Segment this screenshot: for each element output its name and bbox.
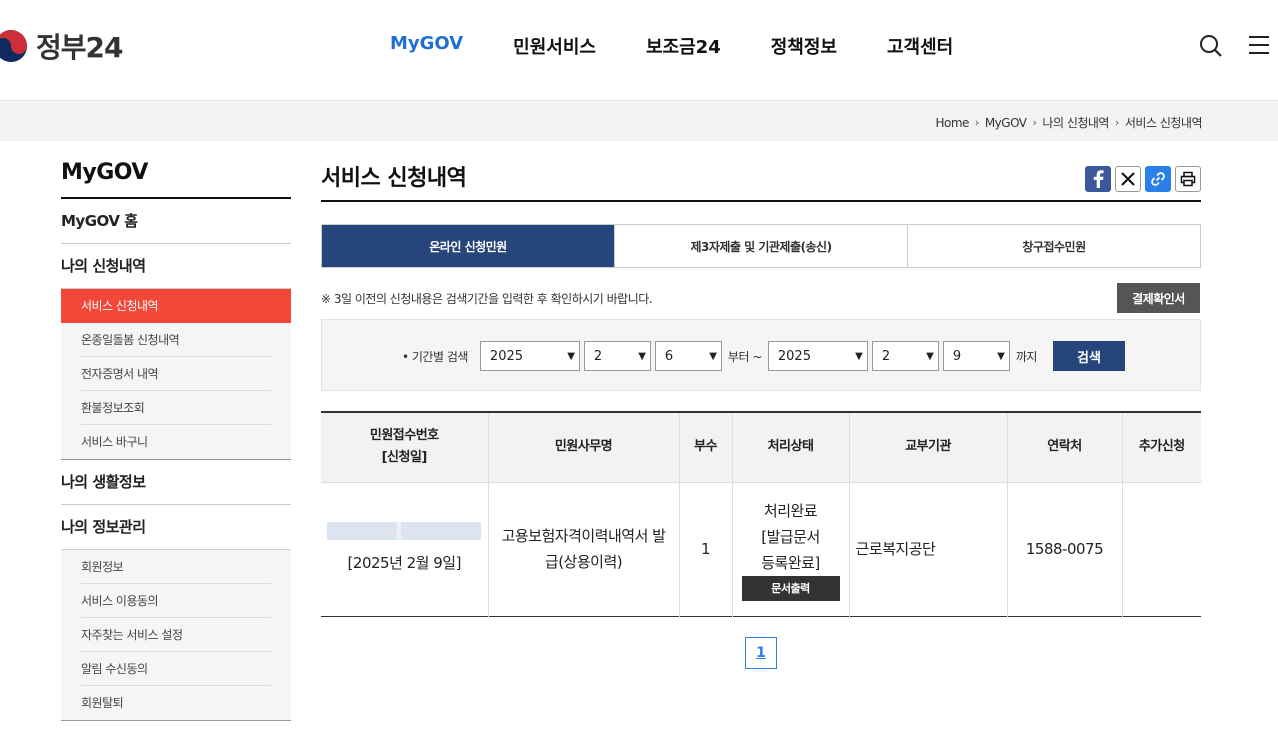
application-table: 민원접수번호 [신청일] 민원사무명 부수 처리상태 교부기관 연락처 추가신청… — [321, 411, 1201, 617]
chevron-down-icon: ▼ — [997, 350, 1005, 362]
main-content: 서비스 신청내역 온라인 신청민원 제3자제출 및 기관제출(송신) 창구접수민… — [321, 160, 1201, 669]
breadcrumb-bar: Home › MyGOV › 나의 신청내역 › 서비스 신청내역 — [0, 100, 1278, 141]
cell-copies: 1 — [678, 482, 732, 616]
sidebar-item-service-basket[interactable]: 서비스 바구니 — [81, 425, 271, 459]
cell-additional-request — [1121, 482, 1201, 616]
period-search-label: • 기간별 검색 — [402, 349, 468, 364]
nav-subsidy24[interactable]: 보조금24 — [646, 33, 721, 59]
share-toolbar — [1085, 166, 1201, 192]
to-day-select[interactable]: 9 ▼ — [942, 341, 1010, 371]
period-search-box: • 기간별 검색 2025 ▼ 2 ▼ 6 ▼ 부터 ~ 2025 ▼ 2 ▼ 9 ▼ 까지… — [321, 319, 1201, 391]
sidebar-item-member-info[interactable]: 회원정보 — [81, 550, 271, 584]
print-icon[interactable] — [1175, 166, 1201, 192]
col-copies: 부수 — [678, 412, 732, 483]
from-suffix: 부터 ~ — [727, 349, 762, 364]
sidebar-item-refund-info[interactable]: 환불정보조회 — [81, 391, 271, 425]
sidebar-item-mygov-home[interactable]: MyGOV 홈 — [61, 199, 291, 244]
facebook-icon[interactable] — [1085, 166, 1111, 192]
chevron-right-icon: › — [1032, 116, 1037, 129]
sidebar-item-withdraw[interactable]: 회원탈퇴 — [81, 686, 271, 720]
chevron-right-icon: › — [974, 116, 979, 129]
col-contact: 연락처 — [1006, 412, 1122, 483]
to-month-select[interactable]: 2 ▼ — [871, 341, 939, 371]
logo[interactable]: 정부24 — [0, 26, 123, 66]
application-date: [2025년 2월 9일] — [347, 554, 462, 572]
sidebar-section-info-management[interactable]: 나의 정보관리 — [61, 505, 291, 550]
from-day-select[interactable]: 6 ▼ — [654, 341, 722, 371]
x-icon[interactable] — [1115, 166, 1141, 192]
to-year-select[interactable]: 2025 ▼ — [767, 341, 868, 371]
breadcrumb-home[interactable]: Home — [935, 116, 969, 130]
chevron-down-icon: ▼ — [855, 350, 863, 362]
col-status: 처리상태 — [731, 412, 849, 483]
sidebar-item-service-consent[interactable]: 서비스 이용동의 — [81, 584, 271, 618]
global-nav: MyGOV 민원서비스 보조금24 정책정보 고객센터 — [390, 33, 953, 59]
sidebar-section-life-info[interactable]: 나의 생활정보 — [61, 460, 291, 505]
sidebar-section-my-applications[interactable]: 나의 신청내역 — [61, 244, 291, 289]
nav-civil-services[interactable]: 민원서비스 — [513, 33, 596, 59]
to-suffix: 까지 — [1015, 349, 1038, 364]
search-button[interactable]: 검색 — [1052, 341, 1125, 371]
col-issuing-agency: 교부기관 — [848, 412, 1007, 483]
taegeuk-logo-icon — [0, 30, 27, 62]
col-receipt-number: 민원접수번호 [신청일] — [321, 412, 488, 483]
chevron-down-icon: ▼ — [926, 350, 934, 362]
col-additional-request: 추가신청 — [1121, 412, 1201, 483]
sidebar-item-e-certificates[interactable]: 전자증명서 내역 — [81, 357, 271, 391]
sidebar-submenu-info-management: 회원정보 서비스 이용동의 자주찾는 서비스 설정 알림 수신동의 회원탈퇴 — [61, 550, 291, 721]
pagination-page-1[interactable]: 1 — [745, 637, 777, 669]
sidebar-item-service-applications[interactable]: 서비스 신청내역 — [61, 289, 291, 323]
table-row: [2025년 2월 9일] 고용보험자격이력내역서 발급(상용이력) 1 처리완… — [321, 482, 1201, 616]
status-text: 처리완료 [발급문서 등록완료] — [761, 501, 820, 572]
tab-third-party-submission[interactable]: 제3자제출 및 기관제출(송신) — [614, 225, 907, 267]
application-tabs: 온라인 신청민원 제3자제출 및 기관제출(송신) 창구접수민원 — [321, 224, 1201, 268]
chevron-down-icon: ▼ — [638, 350, 646, 362]
sidebar-item-notification-consent[interactable]: 알림 수신동의 — [81, 652, 271, 686]
from-month-select[interactable]: 2 ▼ — [583, 341, 651, 371]
cell-contact: 1588-0075 — [1006, 482, 1122, 616]
sidebar-submenu-applications: 서비스 신청내역 온종일돌봄 신청내역 전자증명서 내역 환불정보조회 서비스 … — [61, 289, 291, 460]
site-header: 정부24 MyGOV 민원서비스 보조금24 정책정보 고객센터 — [0, 0, 1278, 100]
from-year-select[interactable]: 2025 ▼ — [479, 341, 580, 371]
chevron-right-icon: › — [1114, 116, 1119, 129]
menu-icon[interactable] — [1248, 34, 1270, 56]
cell-status: 처리완료 [발급문서 등록완료] 문서출력 — [731, 482, 849, 616]
nav-policy-info[interactable]: 정책정보 — [771, 33, 837, 59]
sidebar: MyGOV MyGOV 홈 나의 신청내역 서비스 신청내역 온종일돌봄 신청내… — [61, 160, 291, 721]
chevron-down-icon: ▼ — [567, 350, 575, 362]
payment-confirmation-button[interactable]: 결제확인서 — [1117, 283, 1200, 313]
page-title: 서비스 신청내역 — [321, 160, 1201, 202]
nav-mygov[interactable]: MyGOV — [390, 33, 463, 59]
breadcrumb: Home › MyGOV › 나의 신청내역 › 서비스 신청내역 — [935, 114, 1202, 131]
sidebar-title: MyGOV — [61, 160, 291, 199]
tab-counter-applications[interactable]: 창구접수민원 — [907, 225, 1200, 267]
redacted-receipt-number — [327, 522, 482, 540]
nav-customer-center[interactable]: 고객센터 — [887, 33, 953, 59]
link-icon[interactable] — [1145, 166, 1171, 192]
table-header-row: 민원접수번호 [신청일] 민원사무명 부수 처리상태 교부기관 연락처 추가신청 — [321, 412, 1201, 483]
cell-receipt-number: [2025년 2월 9일] — [321, 482, 488, 616]
cell-issuing-agency: 근로복지공단 — [848, 482, 1007, 616]
col-service-name: 민원사무명 — [487, 412, 679, 483]
tab-online-applications[interactable]: 온라인 신청민원 — [322, 225, 614, 267]
breadcrumb-current[interactable]: 서비스 신청내역 — [1125, 114, 1203, 131]
breadcrumb-mygov[interactable]: MyGOV — [985, 116, 1027, 130]
chevron-down-icon: ▼ — [709, 350, 717, 362]
search-notice: ※ 3일 이전의 신청내용은 검색기간을 입력한 후 확인하시기 바랍니다. — [321, 292, 653, 306]
breadcrumb-my-applications[interactable]: 나의 신청내역 — [1042, 114, 1109, 131]
cell-service-name: 고용보험자격이력내역서 발급(상용이력) — [487, 482, 679, 616]
sidebar-item-allday-care[interactable]: 온종일돌봄 신청내역 — [81, 323, 271, 357]
document-print-button[interactable]: 문서출력 — [741, 575, 840, 601]
search-icon[interactable] — [1199, 34, 1223, 58]
logo-text: 정부24 — [36, 31, 123, 64]
sidebar-item-favorite-services[interactable]: 자주찾는 서비스 설정 — [81, 618, 271, 652]
